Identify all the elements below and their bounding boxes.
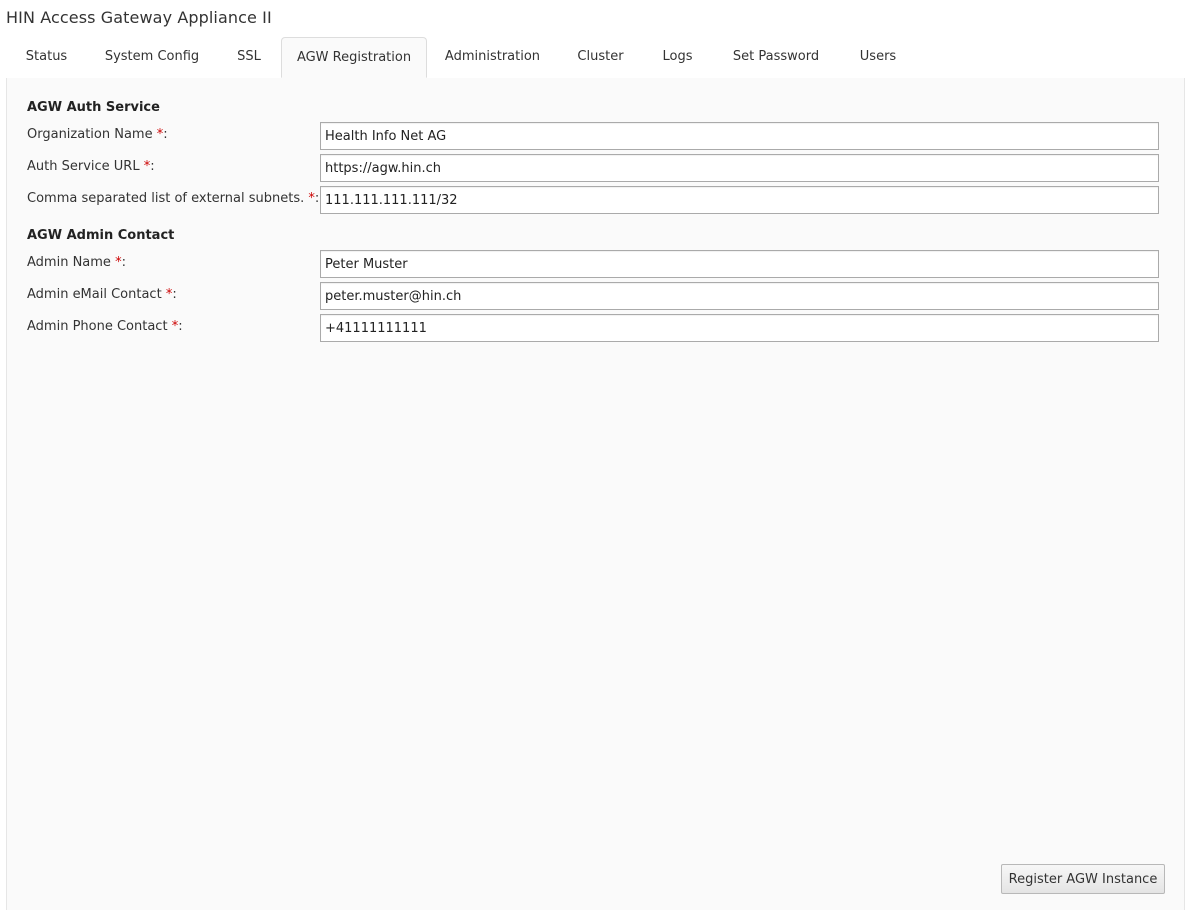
- subnets-label-text: Comma separated list of external subnets…: [27, 191, 309, 206]
- label-colon: :: [172, 287, 177, 302]
- tab-users[interactable]: Users: [840, 37, 916, 77]
- subnets-label: Comma separated list of external subnets…: [27, 191, 319, 206]
- service-url-label-text: Auth Service URL: [27, 159, 144, 174]
- tab-ssl[interactable]: SSL: [217, 37, 281, 77]
- admin-name-label: Admin Name *:: [27, 255, 126, 270]
- app-title: HIN Access Gateway Appliance II: [6, 8, 272, 27]
- org-name-label-text: Organization Name: [27, 127, 157, 142]
- admin-name-label-text: Admin Name: [27, 255, 116, 270]
- admin-email-label: Admin eMail Contact *:: [27, 287, 177, 302]
- admin-phone-input[interactable]: [320, 314, 1159, 342]
- admin-email-input[interactable]: [320, 282, 1159, 310]
- org-name-label: Organization Name *:: [27, 127, 168, 142]
- tab-agw-registration[interactable]: AGW Registration: [281, 37, 427, 78]
- label-colon: :: [150, 159, 155, 174]
- tab-logs[interactable]: Logs: [643, 37, 712, 77]
- tab-cluster[interactable]: Cluster: [558, 37, 643, 77]
- service-url-label: Auth Service URL *:: [27, 159, 155, 174]
- tab-system-config[interactable]: System Config: [87, 37, 217, 77]
- admin-phone-label-text: Admin Phone Contact: [27, 319, 172, 334]
- service-url-input[interactable]: [320, 154, 1159, 182]
- admin-name-input[interactable]: [320, 250, 1159, 278]
- label-colon: :: [178, 319, 183, 334]
- register-agw-button[interactable]: Register AGW Instance: [1001, 864, 1165, 894]
- label-colon: :: [314, 191, 320, 206]
- tab-bar: Status System Config SSL AGW Registratio…: [6, 37, 1185, 79]
- tab-status[interactable]: Status: [6, 37, 87, 77]
- org-name-input[interactable]: [320, 122, 1159, 150]
- label-colon: :: [121, 255, 126, 270]
- label-colon: :: [163, 127, 168, 142]
- tab-administration[interactable]: Administration: [427, 37, 558, 77]
- tab-set-password[interactable]: Set Password: [712, 37, 840, 77]
- subnets-input[interactable]: [320, 186, 1159, 214]
- auth-service-heading: AGW Auth Service: [27, 100, 160, 115]
- admin-contact-heading: AGW Admin Contact: [27, 228, 175, 243]
- admin-email-label-text: Admin eMail Contact: [27, 287, 166, 302]
- admin-phone-label: Admin Phone Contact *:: [27, 319, 183, 334]
